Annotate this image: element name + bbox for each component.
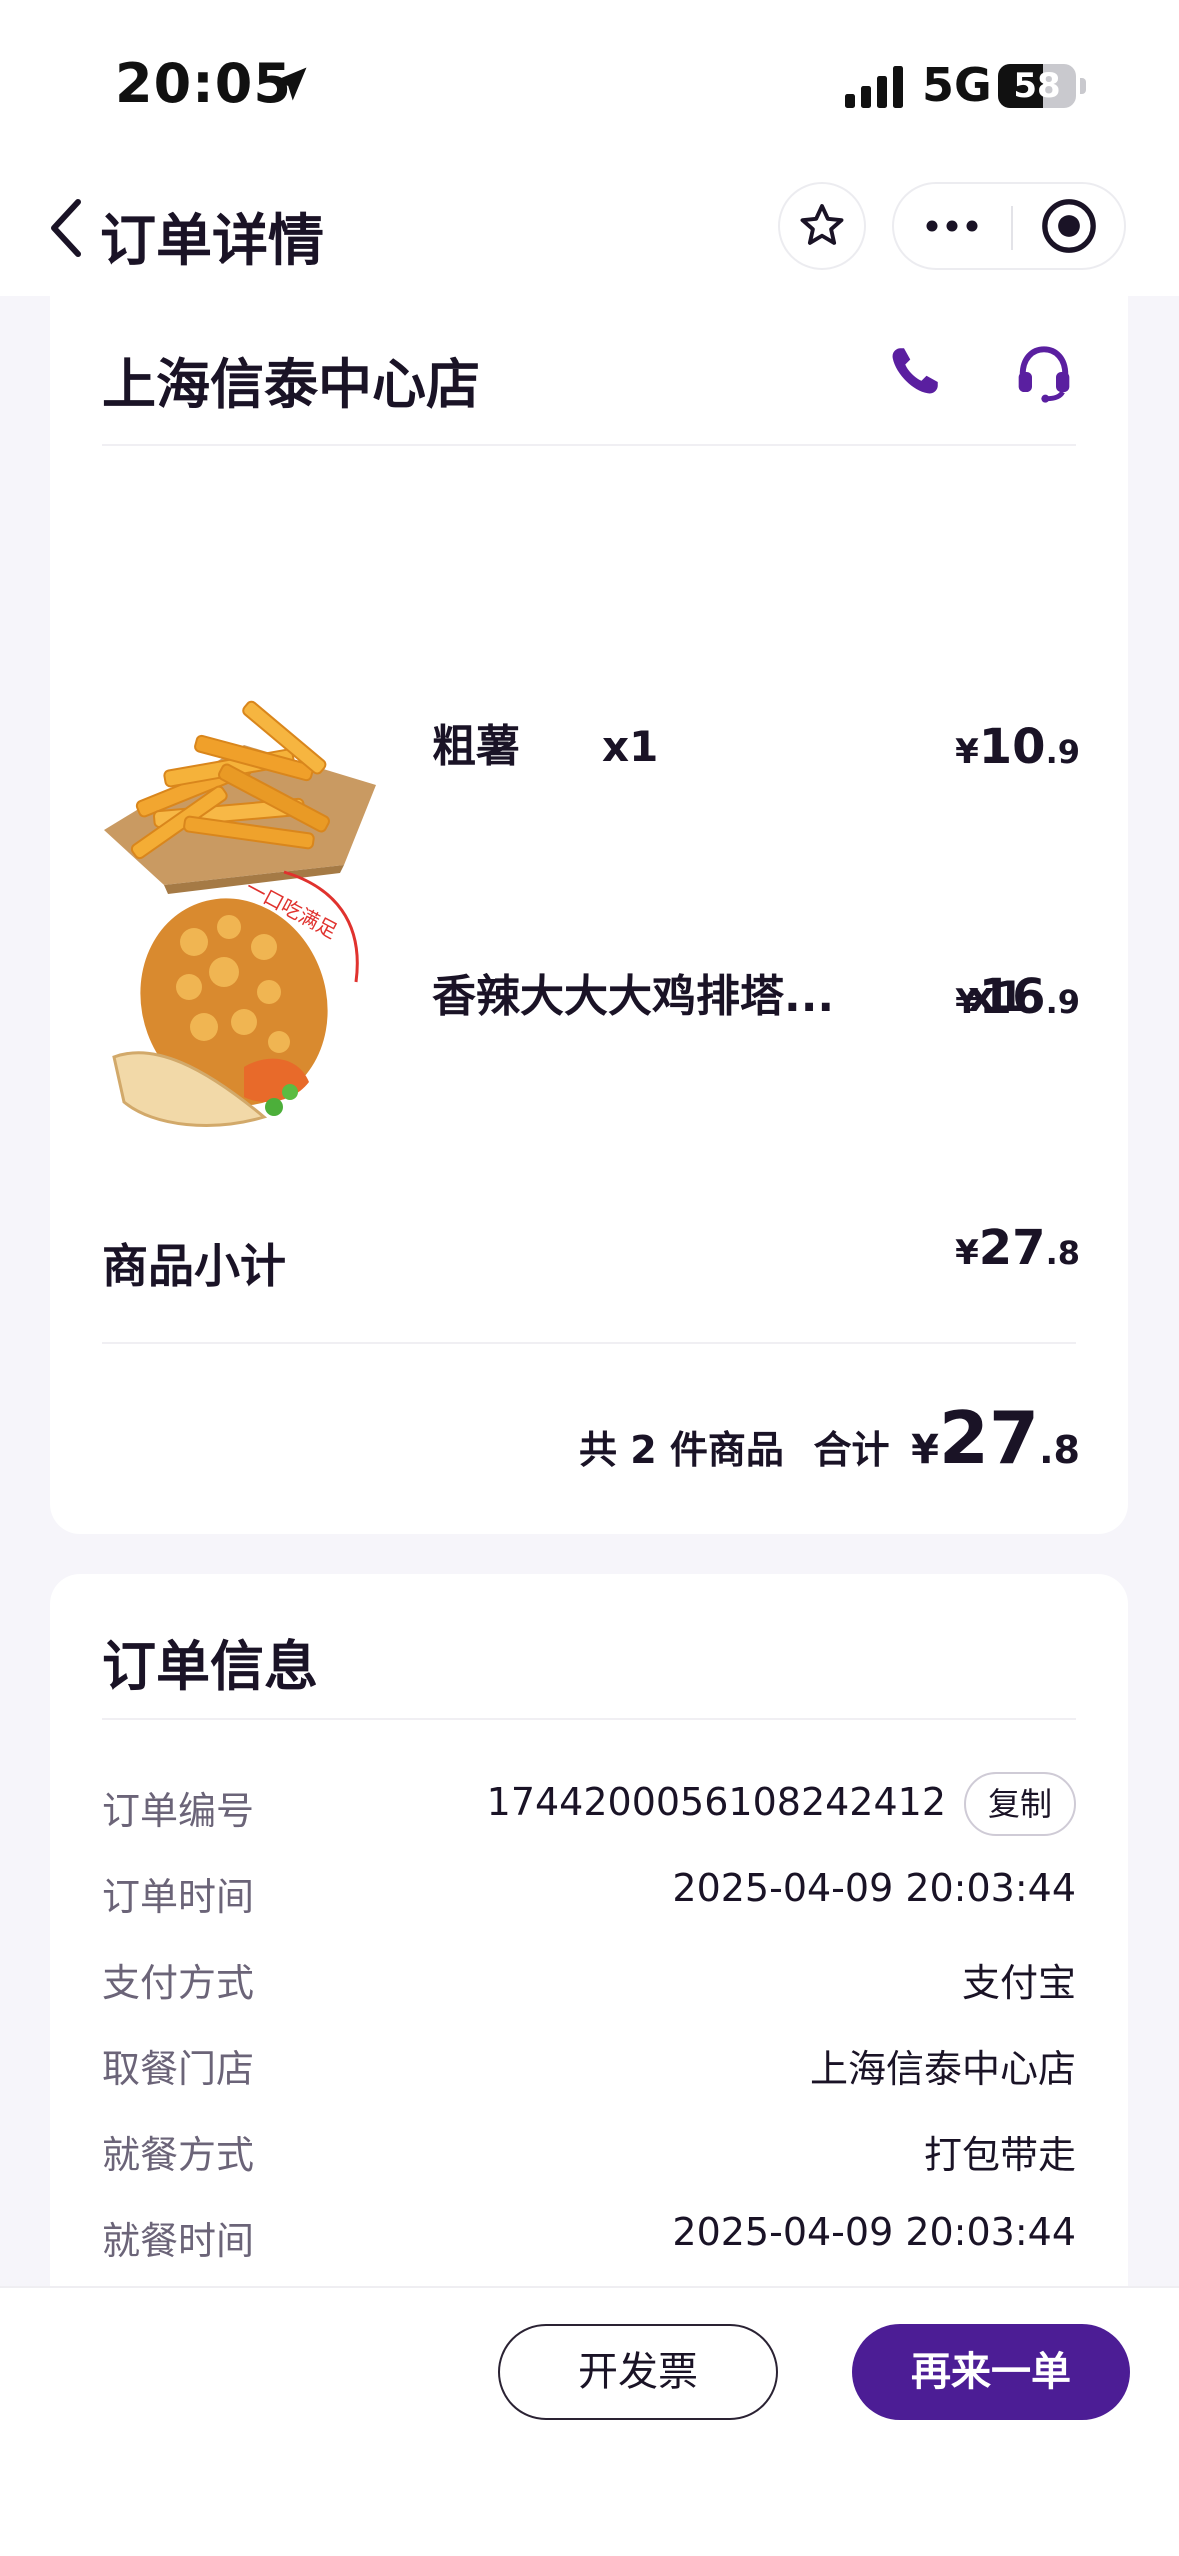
item-qty: x1 bbox=[602, 722, 659, 771]
dining-time-row: 就餐时间 2025-04-09 20:03:44 bbox=[102, 2204, 1076, 2264]
chicken-taco-image[interactable]: 一口吃满足 bbox=[94, 852, 384, 1142]
info-label: 就餐方式 bbox=[102, 2133, 255, 2177]
order-info-title: 订单信息 bbox=[102, 1635, 318, 1698]
info-value: 2025-04-09 20:03:44 bbox=[672, 1866, 1076, 1910]
bottom-action-bar: 开发票 再来一单 bbox=[0, 2286, 1179, 2556]
info-value: 支付宝 bbox=[961, 1961, 1076, 2005]
subtotal-price: ¥27.8 bbox=[955, 1220, 1080, 1276]
info-label: 就餐时间 bbox=[102, 2219, 255, 2263]
close-button[interactable] bbox=[1012, 184, 1126, 268]
item-name: 粗薯 bbox=[432, 721, 520, 772]
status-time: 20:05 bbox=[115, 52, 292, 115]
info-value: 2025-04-09 20:03:44 bbox=[672, 2210, 1076, 2254]
battery-icon: 58 bbox=[998, 64, 1076, 108]
pickup-store-row: 取餐门店 上海信泰中心店 bbox=[102, 2032, 1076, 2092]
phone-icon[interactable] bbox=[884, 342, 944, 402]
reorder-button[interactable]: 再来一单 bbox=[852, 2324, 1130, 2420]
battery-nub bbox=[1080, 78, 1086, 94]
item-name: 香辣大大大鸡排塔... bbox=[432, 971, 835, 1022]
target-close-icon bbox=[1042, 199, 1096, 253]
invoice-button[interactable]: 开发票 bbox=[498, 2324, 778, 2420]
order-items-card: 上海信泰中心店 粗薯 x1 ¥10.9 一口吃满足 香辣大大大鸡排塔... x1… bbox=[50, 292, 1128, 1534]
status-bar: 20:05 5G 58 bbox=[0, 0, 1179, 170]
location-arrow-icon bbox=[273, 67, 307, 101]
info-value: 上海信泰中心店 bbox=[809, 2047, 1076, 2091]
item-count: 共 2 件商品 bbox=[578, 1428, 784, 1472]
info-label: 订单时间 bbox=[102, 1875, 255, 1919]
star-icon bbox=[800, 204, 844, 245]
info-label: 支付方式 bbox=[102, 1961, 255, 2005]
info-label: 订单编号 bbox=[102, 1789, 255, 1833]
network-type: 5G bbox=[922, 58, 992, 112]
order-number-row: 订单编号 1744200056108242412 复制 bbox=[102, 1772, 1076, 1836]
cellular-signal-icon bbox=[845, 66, 903, 108]
nav-bar: 订单详情 bbox=[0, 170, 1179, 296]
headset-icon[interactable] bbox=[1012, 340, 1076, 404]
battery-level: 58 bbox=[1013, 66, 1061, 106]
chevron-left-icon[interactable] bbox=[46, 196, 86, 260]
copy-button[interactable]: 复制 bbox=[964, 1772, 1076, 1836]
order-time-row: 订单时间 2025-04-09 20:03:44 bbox=[102, 1860, 1076, 1920]
info-label: 取餐门店 bbox=[102, 2047, 255, 2091]
info-value: 打包带走 bbox=[923, 2133, 1076, 2177]
subtotal-divider bbox=[102, 1342, 1076, 1344]
order-number: 1744200056108242412 bbox=[486, 1780, 946, 1824]
total-amount: 27 bbox=[938, 1396, 1040, 1480]
page-title: 订单详情 bbox=[100, 209, 324, 274]
more-dots-icon bbox=[926, 220, 978, 232]
subtotal-label: 商品小计 bbox=[102, 1239, 286, 1293]
mini-program-capsule bbox=[892, 182, 1126, 270]
favorite-button[interactable] bbox=[778, 182, 866, 270]
order-total: 共 2 件商品 合计 ¥27.8 bbox=[578, 1396, 1080, 1480]
total-label: 合计 bbox=[813, 1428, 890, 1472]
item-price: ¥16.9 bbox=[955, 969, 1080, 1025]
store-divider bbox=[102, 444, 1076, 446]
more-button[interactable] bbox=[894, 184, 1010, 268]
store-name: 上海信泰中心店 bbox=[102, 353, 480, 416]
info-divider bbox=[102, 1718, 1076, 1720]
dining-method-row: 就餐方式 打包带走 bbox=[102, 2118, 1076, 2178]
payment-method-row: 支付方式 支付宝 bbox=[102, 1946, 1076, 2006]
